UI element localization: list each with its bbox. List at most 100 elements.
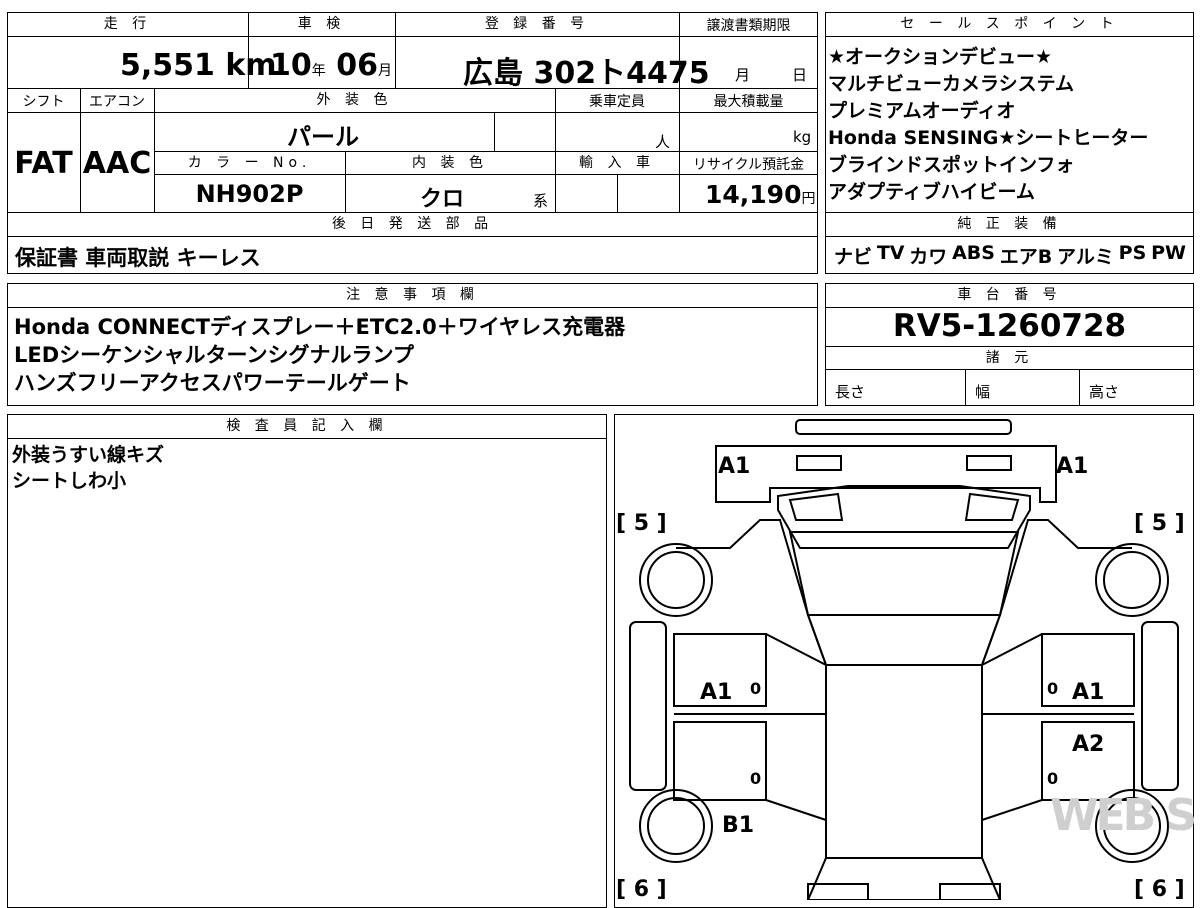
car-diagram: WEB STUDIO PRO A1 A1 A1 A1 A2 B1 0 0 0 0…: [616, 419, 1194, 900]
mileage-unit: km: [225, 48, 277, 83]
interior-color-value: クロ: [420, 187, 465, 212]
height-label: 高さ: [1089, 383, 1120, 401]
spec-header: 諸 元: [985, 350, 1034, 366]
mileage-value: 5,551: [120, 48, 215, 83]
equipment-list: ナビ TV カワ ABS エアB アルミ PS PW: [834, 242, 1186, 269]
exterior-color-value: パール: [287, 123, 359, 151]
max-load-header: 最大積載量: [713, 94, 784, 110]
front-outline: [715, 445, 1057, 503]
left-side-panel: [629, 621, 667, 791]
registration-header: 登 録 番 号: [484, 16, 590, 32]
bracket-rear-right: [ 6 ]: [1134, 877, 1185, 900]
notes-list: Honda CONNECTディスプレー＋ETC2.0＋ワイヤレス充電器 LEDシー…: [14, 313, 625, 397]
interior-color-header: 内 装 色: [412, 155, 488, 171]
sales-point-line: アダプティブハイビーム: [828, 181, 1035, 203]
inspector-note-line: 外装うすい線キズ: [12, 444, 165, 466]
watermark: WEB STUDIO PRO: [1050, 790, 1194, 841]
recycle-fee-value: 14,190: [705, 180, 802, 209]
notes-header: 注 意 事 項 欄: [346, 287, 479, 303]
sales-point-line: Honda SENSING★シートヒーター: [828, 127, 1149, 149]
equipment-item: ナビ: [834, 246, 873, 268]
windshield-shape: [788, 531, 1020, 616]
later-parts-value: 保証書 車両取説 キーレス: [15, 246, 261, 270]
chassis-number: RV5-1260728: [892, 308, 1127, 344]
inspection-year: 10: [270, 48, 312, 83]
length-label: 長さ: [835, 383, 866, 401]
interior-color-suffix: 系: [533, 192, 549, 210]
import-header: 輸 入 車: [579, 155, 655, 171]
sales-point-line: ★オークションデビュー★: [828, 46, 1053, 68]
front-right-damage: A1: [1056, 454, 1088, 479]
inspector-header: 検 査 員 記 入 欄: [226, 418, 388, 434]
equipment-item: カワ: [909, 246, 948, 268]
right-headlight-shape: [966, 455, 1012, 471]
left-mirror-shape: [788, 492, 844, 521]
roof-shape: [825, 664, 983, 859]
right-front-wheel: [1095, 543, 1169, 617]
note-line: LEDシーケンシャルターンシグナルランプ: [14, 343, 414, 367]
sales-point-line: マルチビューカメラシステム: [828, 73, 1075, 95]
left-front-wheel: [639, 543, 713, 617]
inspector-note-line: シートしわ小: [12, 470, 127, 492]
right-front-door-damage: A1: [1072, 680, 1104, 705]
inspector-notes: 外装うすい線キズ シートしわ小: [12, 442, 164, 494]
width-label: 幅: [975, 383, 991, 401]
mileage-value-group: 5,551 km: [120, 48, 277, 83]
left-rear-zero: 0: [750, 769, 761, 788]
recycle-fee-group: 14,190円: [705, 180, 815, 209]
sales-points-list: ★オークションデビュー★ マルチビューカメラシステム プレミアムオーディオ Honda…: [828, 44, 1148, 206]
sales-point-line: ブラインドスポットインフォ: [828, 154, 1075, 176]
aircon-header: エアコン: [89, 94, 145, 110]
color-no-header: カ ラ ー No.: [187, 155, 312, 171]
equipment-item: TV: [876, 242, 905, 264]
inspection-year-unit: 年: [311, 63, 326, 79]
inspection-month: 06: [336, 48, 378, 83]
front-roof-shape: [806, 614, 1002, 666]
equipment-item: エアB: [999, 246, 1053, 268]
right-rear-door-damage: A2: [1072, 732, 1104, 757]
left-front-door-damage: A1: [700, 680, 732, 705]
right-taillight-shape: [939, 883, 1001, 900]
left-headlight-shape: [796, 455, 842, 471]
equipment-header: 純 正 装 備: [957, 216, 1062, 232]
front-bumper-shape: [795, 419, 1012, 435]
equipment-item: ABS: [952, 242, 995, 264]
mileage-header: 走 行: [103, 16, 152, 32]
transfer-deadline-header: 譲渡書類期限: [706, 18, 791, 34]
color-no-value: NH902P: [195, 180, 304, 208]
left-rear-door: [673, 721, 767, 801]
equipment-item: PW: [1151, 242, 1186, 264]
left-rear-damage: B1: [722, 813, 754, 838]
exterior-color-header: 外 装 色: [316, 92, 393, 108]
left-taillight-shape: [807, 883, 869, 900]
sales-points-header: セ ー ル ス ポ イ ン ト: [900, 16, 1119, 32]
recycle-fee-unit: 円: [801, 191, 816, 207]
recycle-fee-header: リサイクル預託金: [692, 157, 805, 173]
bracket-rear-left: [ 6 ]: [616, 877, 667, 900]
inspection-header: 車 検: [297, 16, 346, 32]
inspection-value-group: 10年 06月: [270, 48, 392, 83]
left-front-zero: 0: [750, 679, 761, 698]
note-line: Honda CONNECTディスプレー＋ETC2.0＋ワイヤレス充電器: [14, 315, 626, 339]
registration-number: 広島 302ト4475: [463, 56, 710, 91]
bracket-front-left: [ 5 ]: [616, 511, 667, 536]
capacity-header: 乗車定員: [589, 94, 645, 110]
shift-value: FAT: [14, 146, 73, 181]
bracket-front-right: [ 5 ]: [1134, 511, 1185, 536]
right-side-panel: [1141, 621, 1179, 791]
sales-point-line: プレミアムオーディオ: [828, 100, 1016, 122]
chassis-header: 車 台 番 号: [957, 287, 1062, 303]
deadline-month-unit: 月: [735, 66, 751, 84]
rear-window-shape: [806, 857, 1002, 900]
hood-outline: [777, 485, 1031, 549]
right-rear-zero: 0: [1047, 769, 1058, 788]
aircon-value: AAC: [82, 146, 152, 181]
inspection-month-unit: 月: [377, 63, 392, 79]
later-parts-header: 後 日 発 送 部 品: [331, 216, 494, 232]
deadline-day-unit: 日: [792, 66, 808, 84]
right-front-zero: 0: [1047, 679, 1058, 698]
shift-header: シフト: [22, 94, 65, 110]
front-left-damage: A1: [718, 454, 750, 479]
equipment-item: アルミ: [1057, 246, 1114, 268]
equipment-item: PS: [1118, 242, 1147, 264]
